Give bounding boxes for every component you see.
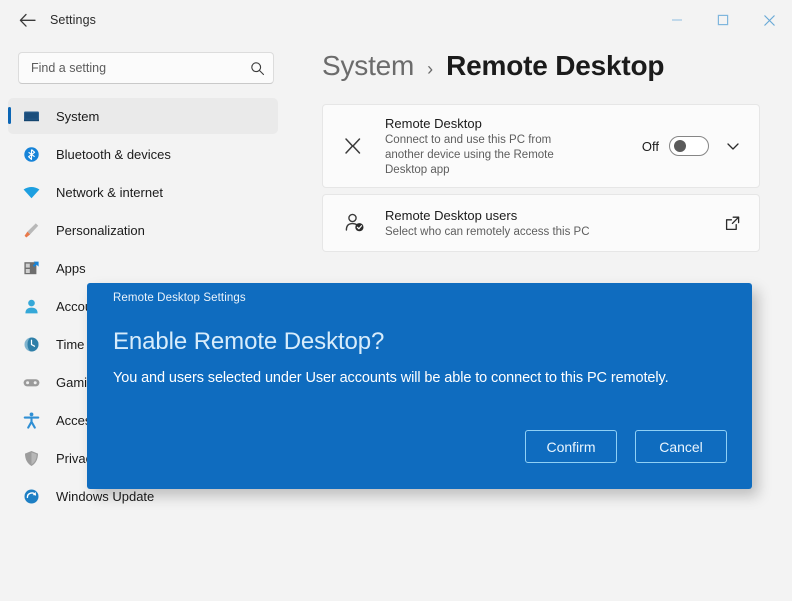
remote-desktop-icon [337,135,375,157]
search-input[interactable]: Find a setting [31,61,250,75]
cancel-button[interactable]: Cancel [635,430,727,463]
remote-desktop-card[interactable]: Remote Desktop Connect to and use this P… [322,104,760,188]
card-description: Select who can remotely access this PC [385,225,590,238]
close-icon [763,14,776,27]
sidebar-item-apps[interactable]: Apps [8,250,278,286]
sidebar-item-label: Bluetooth & devices [56,146,171,162]
sidebar-item-label: Windows Update [56,488,155,504]
settings-window: Settings Find a setting System Bluetooth… [0,0,792,601]
card-title: Remote Desktop [385,115,482,131]
remote-desktop-toggle[interactable] [669,136,709,156]
maximize-button[interactable] [700,0,746,40]
dialog-body-text: You and users selected under User accoun… [113,370,669,386]
toggle-state-label: Off [641,138,659,154]
chevron-down-icon[interactable] [725,138,741,154]
close-button[interactable] [746,0,792,40]
sidebar-item-label: Network & internet [56,184,163,200]
enable-remote-desktop-dialog: Remote Desktop Settings Enable Remote De… [87,283,752,489]
dialog-title: Remote Desktop Settings [113,292,246,304]
dialog-actions: Confirm Cancel [525,430,727,463]
minimize-button[interactable] [654,0,700,40]
shield-icon [20,448,42,468]
accessibility-icon [20,410,42,430]
back-button[interactable] [10,5,44,35]
title-bar: Settings [0,0,792,40]
maximize-icon [717,14,729,26]
search-box[interactable]: Find a setting [18,52,274,84]
remote-desktop-card-controls: Off [642,136,741,156]
update-icon [20,486,42,506]
toggle-knob [674,140,686,152]
remote-desktop-card-text: Remote Desktop Connect to and use this P… [385,115,642,178]
confirm-button[interactable]: Confirm [525,430,617,463]
sidebar-item-label: System [56,108,100,124]
paintbrush-icon [20,220,42,240]
card-description: Connect to and use this PC from another … [385,133,554,176]
remote-desktop-users-card-controls [724,215,741,232]
page-title: Remote Desktop [446,50,665,81]
search-icon [250,61,265,76]
sidebar-item-bluetooth[interactable]: Bluetooth & devices [8,136,278,172]
sidebar-item-network[interactable]: Network & internet [8,174,278,210]
remote-desktop-users-card[interactable]: Remote Desktop users Select who can remo… [322,194,760,252]
wifi-icon [20,182,42,202]
dialog-heading: Enable Remote Desktop? [113,328,385,355]
app-title: Settings [50,13,96,27]
person-icon [20,296,42,316]
card-title: Remote Desktop users [385,207,518,223]
breadcrumb-root[interactable]: System [322,50,414,82]
breadcrumb: System › Remote Desktop [322,50,760,82]
monitor-icon [20,106,42,126]
window-controls [654,0,792,40]
remote-desktop-users-card-text: Remote Desktop users Select who can remo… [385,207,724,240]
sidebar-item-label: Apps [56,260,86,276]
apps-icon [20,258,42,278]
sidebar-item-personalization[interactable]: Personalization [8,212,278,248]
external-link-icon[interactable] [724,215,741,232]
minimize-icon [671,14,683,26]
sidebar-item-label: Personalization [56,222,145,238]
sidebar-item-system[interactable]: System [8,98,278,134]
clock-globe-icon [20,334,42,354]
gamepad-icon [20,372,42,392]
back-arrow-icon [19,13,36,28]
user-check-icon [337,211,375,235]
breadcrumb-separator-icon: › [427,59,434,79]
bluetooth-icon [20,144,42,164]
